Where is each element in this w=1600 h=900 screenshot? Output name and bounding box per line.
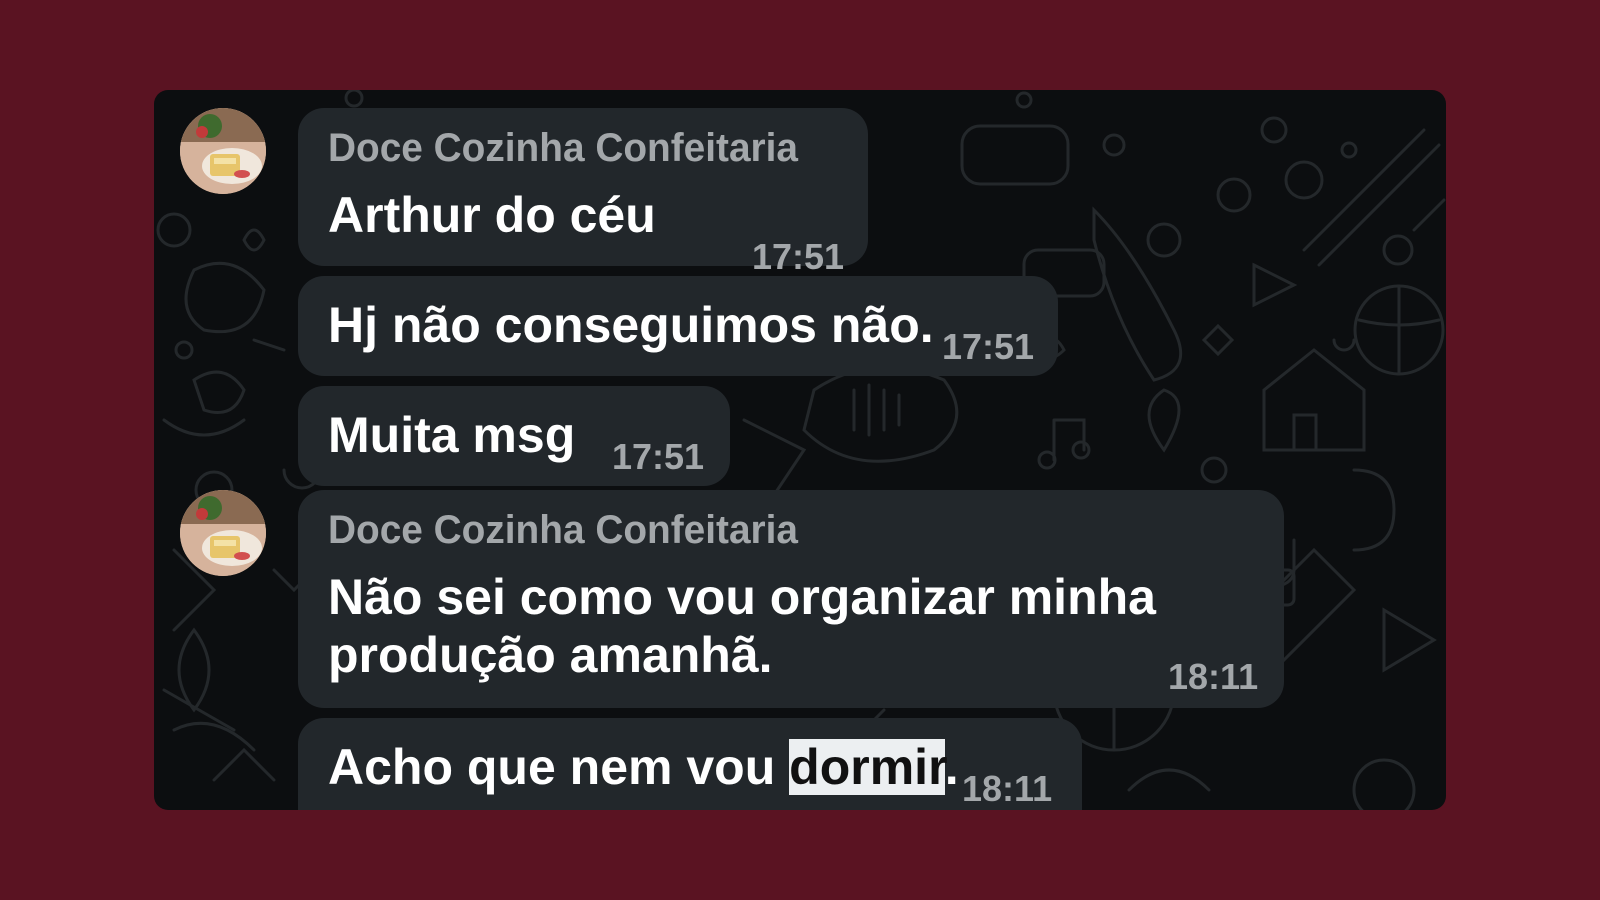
message-text: Arthur do céu [328, 187, 656, 243]
avatar[interactable] [180, 490, 266, 576]
message-text-line-1: Não sei como vou organizar minha [328, 569, 1156, 625]
message-text-line-2: produção amanhã. [328, 627, 773, 683]
message-bubble[interactable]: Doce Cozinha Confeitaria Arthur do céu 1… [298, 108, 868, 277]
message-time: 18:11 [1168, 656, 1259, 697]
message-bubble[interactable]: Doce Cozinha Confeitaria Não sei como vo… [298, 490, 1284, 708]
sender-name[interactable]: Doce Cozinha Confeitaria [328, 508, 798, 553]
message-bubble[interactable]: Muita msg 17:51 [298, 386, 730, 486]
avatar-image [180, 108, 266, 194]
message-bubble[interactable]: Acho que nem vou dormir. 18:11 [298, 718, 1082, 810]
sender-name[interactable]: Doce Cozinha Confeitaria [328, 126, 798, 171]
avatar-image [180, 490, 266, 576]
message-time: 17:51 [612, 436, 705, 477]
message-text-start: Acho que nem vou [328, 739, 790, 795]
message-time: 17:51 [942, 326, 1035, 367]
message-text: Muita msg [328, 407, 576, 463]
avatar[interactable] [180, 108, 266, 194]
message-text: Acho que nem vou dormir. [328, 738, 959, 796]
message-time: 18:11 [962, 768, 1053, 809]
message-time: 17:51 [752, 236, 845, 277]
chat-window: Doce Cozinha Confeitaria Arthur do céu 1… [154, 90, 1446, 810]
message-text: Hj não conseguimos não. [328, 297, 934, 353]
message-bubble[interactable]: Hj não conseguimos não. 17:51 [298, 276, 1058, 376]
message-text-end: . [944, 739, 959, 795]
selected-word[interactable]: dormir [789, 739, 945, 795]
